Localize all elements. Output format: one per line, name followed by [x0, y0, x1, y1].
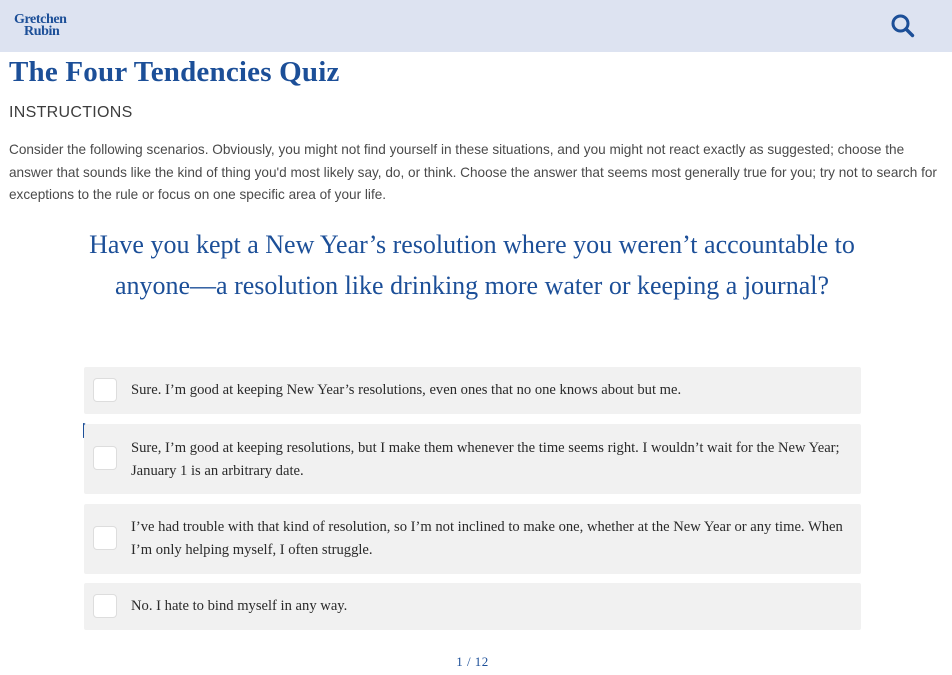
site-logo[interactable]: Gretchen Rubin — [14, 13, 67, 39]
answer-checkbox-2[interactable] — [93, 446, 117, 470]
answer-option-2[interactable]: Sure, I’m good at keeping resolutions, b… — [84, 424, 861, 494]
answer-option-3[interactable]: I’ve had trouble with that kind of resol… — [84, 504, 861, 574]
instructions-text: Consider the following scenarios. Obviou… — [9, 142, 937, 202]
answer-label-1: Sure. I’m good at keeping New Year’s res… — [131, 382, 682, 398]
answer-option-1[interactable]: Sure. I’m good at keeping New Year’s res… — [84, 367, 861, 414]
instructions-heading: INSTRUCTIONS — [9, 104, 133, 121]
search-icon — [891, 14, 915, 38]
answer-checkbox-3[interactable] — [93, 526, 117, 550]
quiz-question: Have you kept a New Year’s resolution wh… — [89, 230, 855, 300]
answer-label-2: Sure, I’m good at keeping resolutions, b… — [131, 440, 840, 479]
search-button[interactable] — [889, 12, 917, 40]
answer-checkbox-4[interactable] — [93, 594, 117, 618]
logo-line-2: Rubin — [24, 24, 60, 39]
answer-option-4[interactable]: No. I hate to bind myself in any way. — [84, 583, 861, 630]
answer-label-3: I’ve had trouble with that kind of resol… — [131, 519, 843, 558]
answer-checkbox-1[interactable] — [93, 378, 117, 402]
answer-label-4: No. I hate to bind myself in any way. — [131, 598, 348, 614]
page-title: The Four Tendencies Quiz — [9, 56, 340, 88]
site-header: Gretchen Rubin — [0, 0, 952, 52]
page-counter: 1 / 12 — [456, 654, 489, 669]
